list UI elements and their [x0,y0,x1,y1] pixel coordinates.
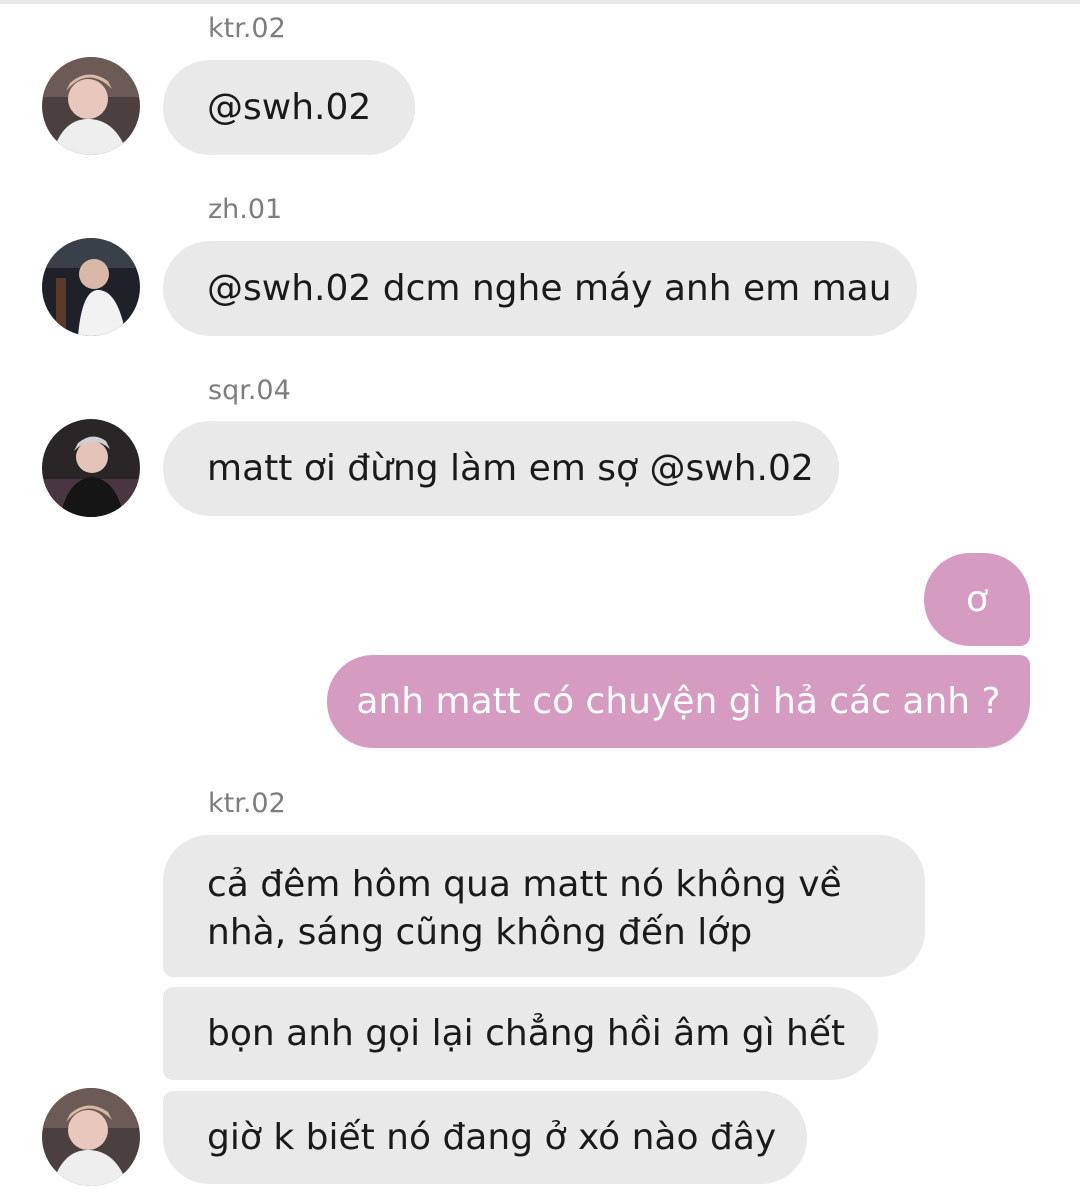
message-text-line: nhà, sáng cũng không đến lớp [207,912,753,953]
sender-name: zh.01 [208,194,283,225]
message-bubble[interactable]: @swh.02 dcm nghe máy anh em mau [163,241,917,336]
message-bubble[interactable]: giờ k biết nó đang ở xó nào đây [163,1091,807,1184]
avatar[interactable] [42,419,140,517]
sender-name: ktr.02 [208,788,286,819]
avatar[interactable] [42,1088,140,1186]
message-text: @swh.02 dcm nghe máy anh em mau [207,267,892,309]
message-text: ơ [965,578,989,620]
avatar[interactable] [42,238,140,336]
message-text: anh matt có chuyện gì hả các anh ? [356,680,1001,722]
avatar[interactable] [42,57,140,155]
message-bubble[interactable]: @swh.02 [163,60,415,155]
message-text: bọn anh gọi lại chẳng hồi âm gì hết [207,1012,846,1054]
top-divider [0,0,1080,4]
message-text: giờ k biết nó đang ở xó nào đây [207,1116,777,1158]
message-bubble[interactable]: bọn anh gọi lại chẳng hồi âm gì hết [163,987,878,1080]
message-text: matt ơi đừng làm em sợ @swh.02 [207,447,814,489]
message-bubble[interactable]: cả đêm hôm qua matt nó không về nhà, sán… [163,835,925,977]
message-text: @swh.02 [207,86,372,128]
sender-name: sqr.04 [208,375,291,406]
message-bubble-outgoing[interactable]: anh matt có chuyện gì hả các anh ? [327,655,1030,748]
message-text-line: cả đêm hôm qua matt nó không về [207,864,842,905]
message-bubble[interactable]: matt ơi đừng làm em sợ @swh.02 [163,421,839,516]
sender-name: ktr.02 [208,13,286,44]
message-bubble-outgoing[interactable]: ơ [924,553,1030,646]
